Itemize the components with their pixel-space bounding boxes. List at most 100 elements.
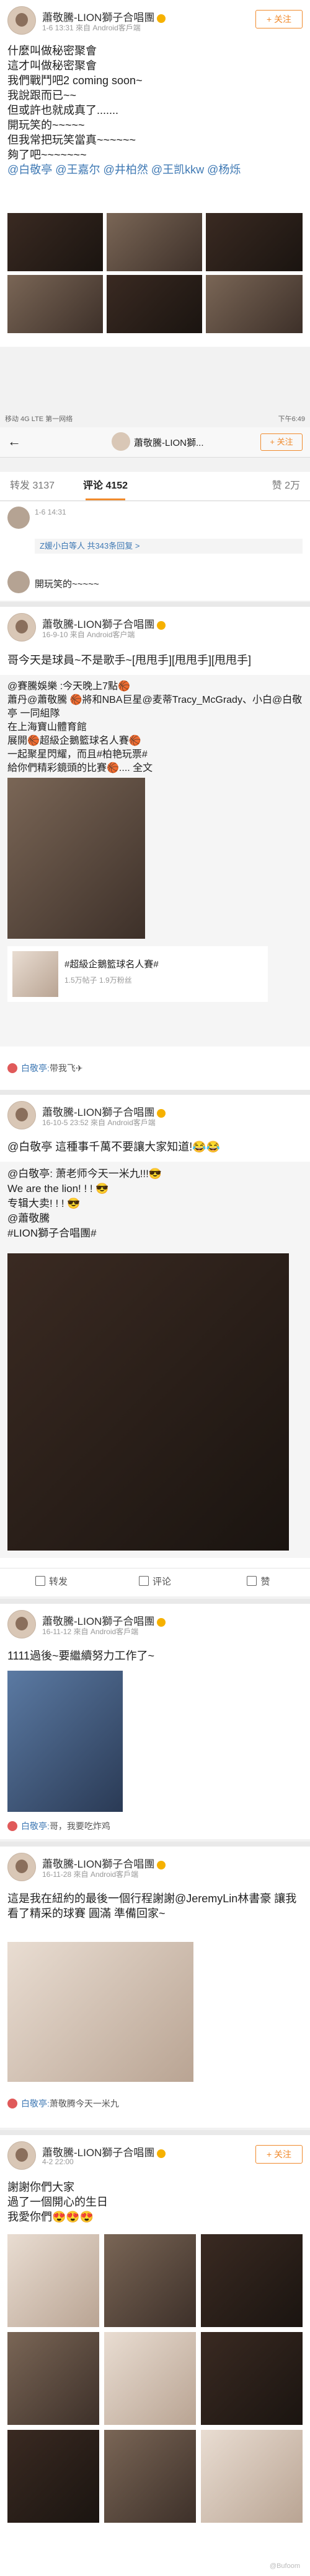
avatar xyxy=(7,2099,17,2108)
clock-text: 下午6:49 xyxy=(278,416,305,423)
post-header: 蕭敬騰-LION獅子合唱團 16-11-12 來自 Android客戶端 xyxy=(7,1610,303,1640)
featured-comment: 白敬亭:萧敬腾今天一米九 xyxy=(7,2094,303,2113)
nav-username[interactable]: 蕭敬騰-LION獅... xyxy=(134,436,204,449)
divider xyxy=(0,602,310,607)
avatar[interactable] xyxy=(7,6,36,35)
avatar[interactable] xyxy=(112,432,130,451)
nav-bar: ← 蕭敬騰-LION獅... + 关注 xyxy=(0,427,310,458)
photo-7[interactable] xyxy=(7,2430,99,2523)
follow-button[interactable]: + 关注 xyxy=(255,2145,303,2164)
post-header: 蕭敬騰-LION獅子合唱團 4-2 22:00 + 关注 xyxy=(7,2141,303,2171)
photo-2[interactable] xyxy=(104,2234,196,2327)
verified-icon xyxy=(157,1108,166,1118)
topic-stats: 1.5万帖子 1.9万粉丝 xyxy=(64,976,132,985)
quoted-post[interactable]: @白敬亭: 萧老师今天一米九!!!😎 We are the lion! ! ! … xyxy=(0,1162,310,1558)
featured-comment: 白敬亭:带我飞✈ xyxy=(7,1059,303,1077)
post-card-4: 蕭敬騰-LION獅子合唱團 16-11-12 來自 Android客戶端 111… xyxy=(0,1604,310,1839)
photo-6[interactable] xyxy=(201,2332,303,2425)
status-bar: 移动 4G LTE 第一网络 下午6:49 xyxy=(0,412,310,426)
photo-5[interactable] xyxy=(104,2332,196,2425)
avatar xyxy=(7,1821,17,1831)
comment-thread: 1-6 14:31 Z媛小白等人 共343条回复 > 開玩笑的~~~~~ xyxy=(0,502,310,601)
quoted-photo[interactable] xyxy=(7,778,145,939)
post-meta: 1-6 13:31 來自 Android客戶端 xyxy=(42,24,141,32)
post-text: @白敬亭 這種事千萬不要讓大家知道!😂😂 xyxy=(7,1141,221,1153)
quoted-photo[interactable] xyxy=(7,1253,289,1551)
tab-comments[interactable]: 评论 4152 xyxy=(83,472,128,500)
comment-text: 哥，我要吃炸鸡 xyxy=(49,1821,110,1831)
avatar[interactable] xyxy=(7,2141,36,2170)
quoted-post[interactable]: @賽騰娛樂 :今天晚上7點🏀 蕭丹@蕭敬騰 🏀將和NBA巨星@麦蒂Tracy_M… xyxy=(0,675,310,1046)
comment-text: 带我飞✈ xyxy=(49,1063,83,1073)
avatar[interactable] xyxy=(7,613,36,642)
photo-4[interactable] xyxy=(7,2332,99,2425)
topic-card[interactable]: #超級企鵝籃球名人賽# 1.5万帖子 1.9万粉丝 xyxy=(7,946,268,1002)
post-meta: 16-11-28 來自 Android客戶端 xyxy=(42,1870,139,1879)
post-photo[interactable] xyxy=(7,1942,193,2082)
photo-4[interactable] xyxy=(7,275,103,333)
follow-button[interactable]: + 关注 xyxy=(255,10,303,28)
avatar[interactable] xyxy=(7,1610,36,1638)
detail-tabs: 转发 3137 评论 4152 赞 2万 xyxy=(0,472,310,501)
photo-3[interactable] xyxy=(206,213,303,271)
photo-6[interactable] xyxy=(206,275,303,333)
verified-icon xyxy=(157,1860,166,1869)
photo-2[interactable] xyxy=(107,213,202,271)
post-mentions[interactable]: @白敬亭 @王嘉尔 @井柏然 @王凯kkw @杨烁 xyxy=(7,162,303,177)
like-icon xyxy=(247,1576,257,1586)
repost-icon xyxy=(35,1576,45,1586)
verified-icon xyxy=(157,1617,166,1627)
follow-button[interactable]: + 关注 xyxy=(260,433,303,451)
topic-title: #超級企鵝籃球名人賽# xyxy=(64,959,159,970)
comment-label: 评论 xyxy=(152,1577,171,1587)
comment-icon xyxy=(138,1576,149,1586)
more-replies-link[interactable]: Z媛小白等人 共343条回复 > xyxy=(35,539,303,554)
divider xyxy=(0,1842,310,1847)
comment-user[interactable]: 白敬亭: xyxy=(21,1063,50,1073)
photo-3[interactable] xyxy=(201,2234,303,2327)
avatar[interactable] xyxy=(7,571,30,593)
verified-icon xyxy=(157,14,166,23)
avatar[interactable] xyxy=(7,1101,36,1129)
comment-text: 開玩笑的~~~~~ xyxy=(35,579,99,590)
repost-button[interactable]: 转发 xyxy=(0,1569,103,1596)
post-card-5: 蕭敬騰-LION獅子合唱團 16-11-28 來自 Android客戶端 這是我… xyxy=(0,1847,310,2128)
post-header: 蕭敬騰-LION獅子合唱團 16-11-28 來自 Android客戶端 xyxy=(7,1853,303,1882)
photo-5[interactable] xyxy=(107,275,202,333)
post-meta: 16-11-12 來自 Android客戶端 xyxy=(42,1627,139,1636)
photo-9[interactable] xyxy=(201,2430,303,2523)
comment-user[interactable]: 白敬亭: xyxy=(21,1821,50,1831)
avatar[interactable] xyxy=(7,507,30,529)
quoted-text: @賽騰娛樂 :今天晚上7點🏀 蕭丹@蕭敬騰 🏀將和NBA巨星@麦蒂Tracy_M… xyxy=(7,681,303,773)
post-meta: 16-9-10 来自 Android客户端 xyxy=(42,630,135,639)
post-header: 蕭敬騰-LION獅子合唱團 1-6 13:31 來自 Android客戶端 + … xyxy=(7,6,303,36)
post-meta: 16-10-5 23:52 來自 Android客戶端 xyxy=(42,1118,156,1127)
post-card-3: 蕭敬騰-LION獅子合唱團 16-10-5 23:52 來自 Android客戶… xyxy=(0,1095,310,1596)
quoted-text: @白敬亭: 萧老师今天一米九!!!😎 We are the lion! ! ! … xyxy=(7,1168,162,1239)
watermark: @Bufoom xyxy=(269,2562,300,2570)
avatar xyxy=(7,1063,17,1073)
tab-likes[interactable]: 赞 2万 xyxy=(272,472,300,500)
verified-icon xyxy=(157,620,166,630)
topic-thumbnail xyxy=(12,951,58,997)
comment-button[interactable]: 评论 xyxy=(104,1569,206,1596)
post-header: 蕭敬騰-LION獅子合唱團 16-9-10 来自 Android客户端 xyxy=(7,613,303,643)
like-button[interactable]: 赞 xyxy=(207,1569,310,1596)
divider xyxy=(0,1599,310,1604)
post-photo[interactable] xyxy=(7,1671,123,1812)
post-card-6: 蕭敬騰-LION獅子合唱團 4-2 22:00 + 关注 謝謝你們大家 過了一個… xyxy=(0,2135,310,2576)
tab-repost[interactable]: 转发 3137 xyxy=(10,472,55,500)
avatar[interactable] xyxy=(7,1853,36,1881)
divider xyxy=(0,2130,310,2135)
post-meta: 4-2 22:00 xyxy=(42,2157,74,2166)
photo-8[interactable] xyxy=(104,2430,196,2523)
photo-1[interactable] xyxy=(7,213,103,271)
featured-comment: 白敬亭:哥，我要吃炸鸡 xyxy=(7,1817,303,1835)
photo-1[interactable] xyxy=(7,2234,99,2327)
back-icon[interactable]: ← xyxy=(7,433,21,450)
post-text: 哥今天是球員~不是歌手~[甩甩手][甩甩手][甩甩手] xyxy=(7,654,252,666)
comment-text: 萧敬腾今天一米九 xyxy=(49,2099,119,2108)
comment-user[interactable]: 白敬亭: xyxy=(21,2099,50,2108)
action-bar: 转发 评论 赞 xyxy=(0,1568,310,1596)
post-text: 這是我在紐約的最後一個行程謝謝@JeremyLin林書豪 讓我看了精采的球賽 圓… xyxy=(7,1892,297,1920)
